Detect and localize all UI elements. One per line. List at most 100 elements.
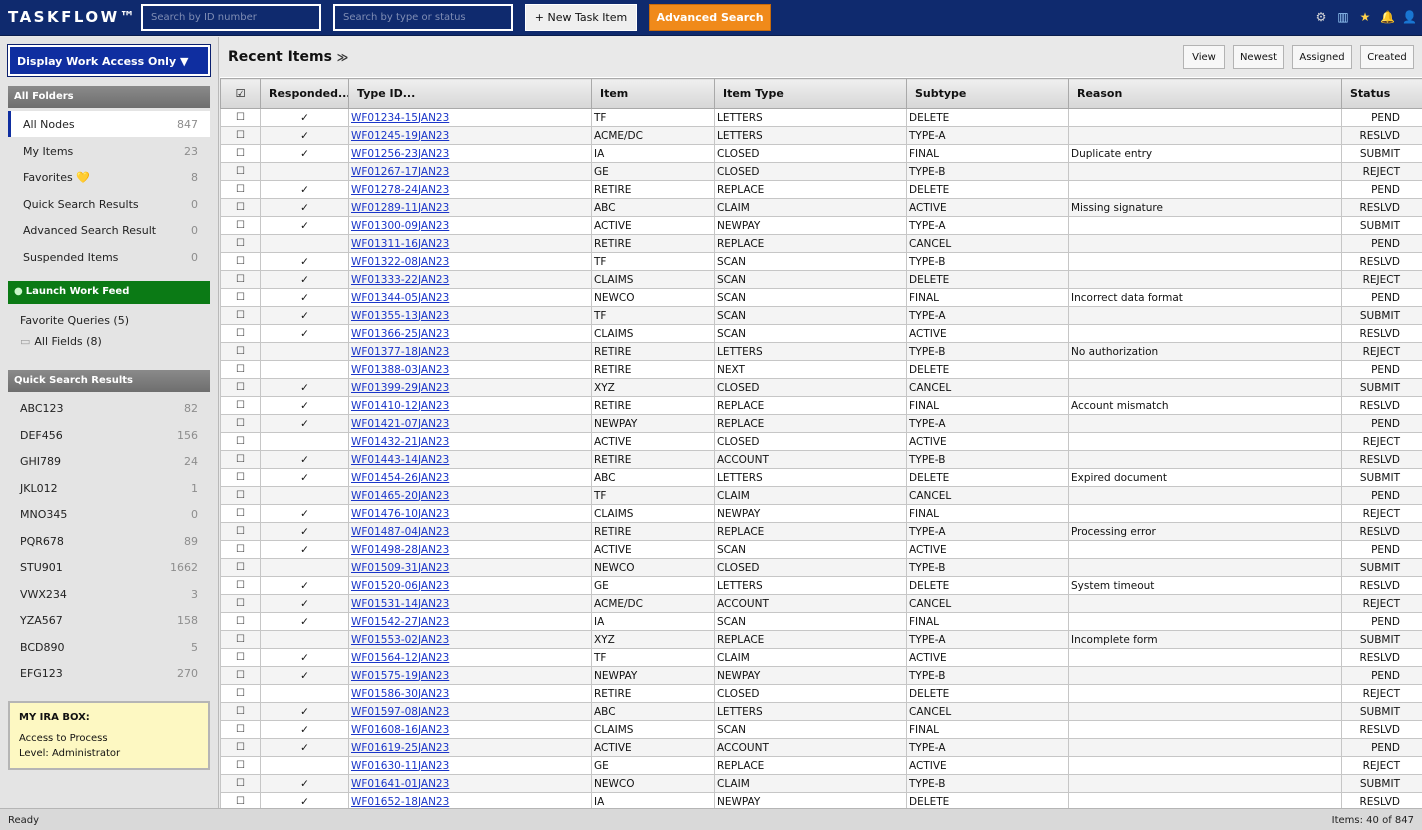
table-row[interactable]: ☐ ✓ WF01498-28JAN23 ACTIVE SCAN ACTIVE PEND xyxy=(220,540,1422,559)
row-checkbox[interactable]: ☐ xyxy=(220,558,261,577)
table-row[interactable]: ☐ WF01432-21JAN23 ACTIVE CLOSED ACTIVE REJECT xyxy=(220,432,1422,451)
table-row[interactable]: ☐ WF01586-30JAN23 RETIRE CLOSED DELETE REJECT xyxy=(220,684,1422,703)
quick-search-item[interactable]: PQR678 89 xyxy=(8,528,210,554)
row-checkbox[interactable]: ☐ xyxy=(220,306,261,325)
row-checkbox[interactable]: ☐ xyxy=(220,720,261,739)
type-id-link[interactable]: WF01322-08JAN23 xyxy=(351,256,449,268)
row-checkbox[interactable]: ☐ xyxy=(220,630,261,649)
row-checkbox[interactable]: ☐ xyxy=(220,450,261,469)
col-type-id[interactable]: Type ID... xyxy=(348,78,592,109)
created-button[interactable]: Created xyxy=(1360,45,1414,69)
row-checkbox[interactable]: ☐ xyxy=(220,738,261,757)
row-checkbox[interactable]: ☐ xyxy=(220,504,261,523)
type-id-link[interactable]: WF01454-26JAN23 xyxy=(351,472,449,484)
folder-item[interactable]: Suspended Items 0 xyxy=(8,244,210,270)
type-id-link[interactable]: WF01608-16JAN23 xyxy=(351,724,449,736)
type-id-link[interactable]: WF01399-29JAN23 xyxy=(351,382,449,394)
col-subtype[interactable]: Subtype xyxy=(906,78,1069,109)
row-checkbox[interactable]: ☐ xyxy=(220,288,261,307)
col-item[interactable]: Item xyxy=(591,78,715,109)
table-row[interactable]: ☐ ✓ WF01520-06JAN23 GE LETTERS DELETE System t… xyxy=(220,576,1422,595)
all-fields-link[interactable]: ▭ All Fields (8) xyxy=(20,335,102,348)
type-id-link[interactable]: WF01542-27JAN23 xyxy=(351,616,449,628)
table-row[interactable]: ☐ ✓ WF01454-26JAN23 ABC LETTERS DELETE Expired… xyxy=(220,468,1422,487)
row-checkbox[interactable]: ☐ xyxy=(220,522,261,541)
table-row[interactable]: ☐ ✓ WF01366-25JAN23 CLAIMS SCAN ACTIVE RESLVD xyxy=(220,324,1422,343)
col-status[interactable]: Status xyxy=(1341,78,1422,109)
table-row[interactable]: ☐ WF01377-18JAN23 RETIRE LETTERS TYPE-B No au… xyxy=(220,342,1422,361)
col-item-type[interactable]: Item Type xyxy=(714,78,907,109)
favorite-queries-link[interactable]: Favorite Queries (5) xyxy=(20,314,129,327)
quick-search-item[interactable]: GHI789 24 xyxy=(8,448,210,474)
row-checkbox[interactable]: ☐ xyxy=(220,612,261,631)
table-row[interactable]: ☐ ✓ WF01487-04JAN23 RETIRE REPLACE TYPE-A Proc… xyxy=(220,522,1422,541)
row-checkbox[interactable]: ☐ xyxy=(220,648,261,667)
chart-icon[interactable]: ▥ xyxy=(1336,9,1350,25)
type-id-link[interactable]: WF01465-20JAN23 xyxy=(351,490,449,502)
table-row[interactable]: ☐ ✓ WF01542-27JAN23 IA SCAN FINAL PEND xyxy=(220,612,1422,631)
type-id-link[interactable]: WF01564-12JAN23 xyxy=(351,652,449,664)
quick-search-item[interactable]: STU901 1662 xyxy=(8,554,210,580)
row-checkbox[interactable]: ☐ xyxy=(220,180,261,199)
row-checkbox[interactable]: ☐ xyxy=(220,468,261,487)
type-id-link[interactable]: WF01234-15JAN23 xyxy=(351,112,449,124)
table-row[interactable]: ☐ WF01267-17JAN23 GE CLOSED TYPE-B REJECT xyxy=(220,162,1422,181)
type-id-link[interactable]: WF01278-24JAN23 xyxy=(351,184,449,196)
quick-search-item[interactable]: EFG123 270 xyxy=(8,660,210,686)
table-row[interactable]: ☐ ✓ WF01619-25JAN23 ACTIVE ACCOUNT TYPE-A PEND xyxy=(220,738,1422,757)
table-row[interactable]: ☐ ✓ WF01289-11JAN23 ABC CLAIM ACTIVE Missing s… xyxy=(220,198,1422,217)
col-reason[interactable]: Reason xyxy=(1068,78,1342,109)
newest-button[interactable]: Newest xyxy=(1233,45,1284,69)
type-id-link[interactable]: WF01652-18JAN23 xyxy=(351,796,449,808)
type-id-link[interactable]: WF01377-18JAN23 xyxy=(351,346,449,358)
advanced-search-button[interactable]: Advanced Search xyxy=(649,4,771,31)
table-row[interactable]: ☐ WF01509-31JAN23 NEWCO CLOSED TYPE-B SUBMIT xyxy=(220,558,1422,577)
table-row[interactable]: ☐ WF01388-03JAN23 RETIRE NEXT DELETE PEND xyxy=(220,360,1422,379)
type-id-link[interactable]: WF01421-07JAN23 xyxy=(351,418,449,430)
table-row[interactable]: ☐ WF01311-16JAN23 RETIRE REPLACE CANCEL PEND xyxy=(220,234,1422,253)
type-id-link[interactable]: WF01289-11JAN23 xyxy=(351,202,449,214)
folder-item[interactable]: Favorites 💛 8 xyxy=(8,164,210,190)
row-checkbox[interactable]: ☐ xyxy=(220,162,261,181)
table-row[interactable]: ☐ ✓ WF01278-24JAN23 RETIRE REPLACE DELETE PEND xyxy=(220,180,1422,199)
type-id-link[interactable]: WF01575-19JAN23 xyxy=(351,670,449,682)
row-checkbox[interactable]: ☐ xyxy=(220,666,261,685)
gear-icon[interactable]: ⚙ xyxy=(1314,9,1328,25)
type-id-link[interactable]: WF01267-17JAN23 xyxy=(351,166,449,178)
type-id-link[interactable]: WF01641-01JAN23 xyxy=(351,778,449,790)
row-checkbox[interactable]: ☐ xyxy=(220,108,261,127)
table-row[interactable]: ☐ ✓ WF01564-12JAN23 TF CLAIM ACTIVE RESLVD xyxy=(220,648,1422,667)
row-checkbox[interactable]: ☐ xyxy=(220,756,261,775)
folder-item[interactable]: Quick Search Results 0 xyxy=(8,191,210,217)
view-button[interactable]: View xyxy=(1183,45,1225,69)
type-id-link[interactable]: WF01432-21JAN23 xyxy=(351,436,449,448)
table-row[interactable]: ☐ ✓ WF01355-13JAN23 TF SCAN TYPE-A SUBMIT xyxy=(220,306,1422,325)
user-icon[interactable]: 👤 xyxy=(1402,9,1417,25)
table-row[interactable]: ☐ ✓ WF01641-01JAN23 NEWCO CLAIM TYPE-B SUBMIT xyxy=(220,774,1422,793)
quick-search-item[interactable]: VWX234 3 xyxy=(8,581,210,607)
quick-search-item[interactable]: MNO345 0 xyxy=(8,501,210,527)
row-checkbox[interactable]: ☐ xyxy=(220,396,261,415)
table-row[interactable]: ☐ WF01465-20JAN23 TF CLAIM CANCEL PEND xyxy=(220,486,1422,505)
quick-search-item[interactable]: YZA567 158 xyxy=(8,607,210,633)
table-row[interactable]: ☐ ✓ WF01344-05JAN23 NEWCO SCAN FINAL Incorrect… xyxy=(220,288,1422,307)
table-row[interactable]: ☐ ✓ WF01443-14JAN23 RETIRE ACCOUNT TYPE-B RESL… xyxy=(220,450,1422,469)
table-row[interactable]: ☐ ✓ WF01476-10JAN23 CLAIMS NEWPAY FINAL REJECT xyxy=(220,504,1422,523)
row-checkbox[interactable]: ☐ xyxy=(220,774,261,793)
row-checkbox[interactable]: ☐ xyxy=(220,342,261,361)
bell-icon[interactable]: 🔔 xyxy=(1380,9,1395,25)
table-row[interactable]: ☐ ✓ WF01608-16JAN23 CLAIMS SCAN FINAL RESLVD xyxy=(220,720,1422,739)
table-row[interactable]: ☐ ✓ WF01410-12JAN23 RETIRE REPLACE FINAL Accou… xyxy=(220,396,1422,415)
row-checkbox[interactable]: ☐ xyxy=(220,378,261,397)
table-row[interactable]: ☐ ✓ WF01234-15JAN23 TF LETTERS DELETE PEND xyxy=(220,108,1422,127)
type-id-link[interactable]: WF01476-10JAN23 xyxy=(351,508,449,520)
type-id-link[interactable]: WF01366-25JAN23 xyxy=(351,328,449,340)
folder-item[interactable]: All Nodes 847 xyxy=(8,111,210,137)
search-type-input[interactable] xyxy=(333,4,513,31)
table-row[interactable]: ☐ ✓ WF01300-09JAN23 ACTIVE NEWPAY TYPE-A SUBMI… xyxy=(220,216,1422,235)
row-checkbox[interactable]: ☐ xyxy=(220,144,261,163)
row-checkbox[interactable]: ☐ xyxy=(220,702,261,721)
type-id-link[interactable]: WF01410-12JAN23 xyxy=(351,400,449,412)
chevron-right-icon[interactable]: ≫ xyxy=(337,51,349,64)
quick-search-item[interactable]: DEF456 156 xyxy=(8,422,210,448)
